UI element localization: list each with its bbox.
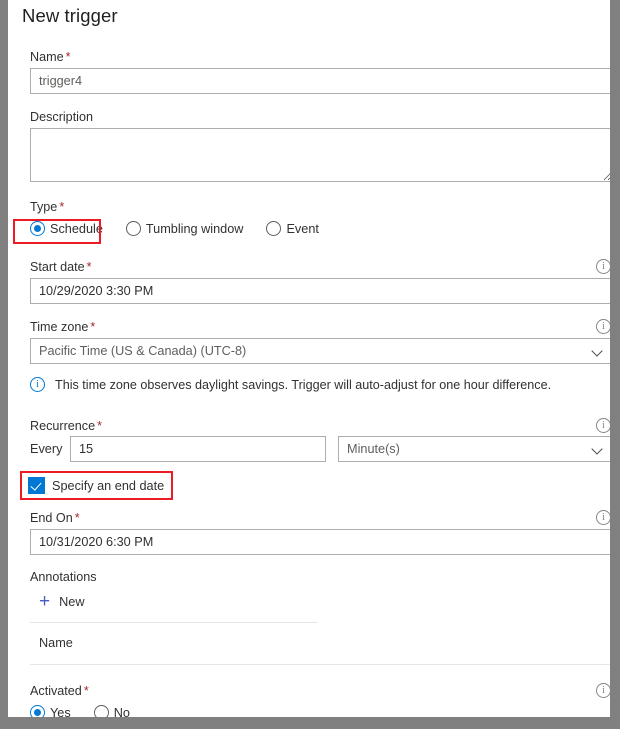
annotations-divider-bottom	[30, 664, 610, 665]
checkbox-checked-icon	[28, 477, 45, 494]
radio-label: Schedule	[50, 221, 103, 236]
required-asterisk: *	[86, 260, 92, 274]
radio-unselected-icon	[266, 221, 282, 236]
recurrence-interval-input[interactable]	[70, 436, 326, 462]
start-date-input[interactable]	[30, 278, 610, 304]
activated-info-icon[interactable]: i	[596, 683, 610, 698]
plus-icon: +	[39, 591, 51, 612]
radio-activated-no[interactable]: No	[93, 705, 130, 718]
radio-selected-icon	[30, 221, 45, 236]
start-date-label: Start date *	[30, 260, 92, 274]
required-asterisk: *	[90, 320, 96, 334]
end-on-label: End On *	[30, 511, 80, 525]
time-zone-value: Pacific Time (US & Canada) (UTC-8)	[39, 344, 247, 358]
radio-label: Tumbling window	[145, 221, 244, 236]
end-on-info-icon[interactable]: i	[596, 510, 610, 525]
start-date-info-icon[interactable]: i	[596, 259, 610, 274]
required-asterisk: *	[97, 419, 103, 433]
annotations-label: Annotations	[30, 570, 97, 584]
annotations-column-name: Name	[39, 636, 73, 650]
activated-label: Activated *	[30, 684, 89, 698]
add-annotation-button[interactable]: + New	[39, 591, 85, 612]
chevron-down-icon	[592, 346, 603, 357]
name-input[interactable]	[30, 68, 610, 94]
end-on-input[interactable]	[30, 529, 610, 555]
radio-label: No	[113, 705, 130, 718]
specify-end-date-label: Specify an end date	[52, 478, 165, 493]
radio-type-event[interactable]: Event	[266, 221, 319, 236]
specify-end-date-checkbox[interactable]: Specify an end date	[28, 477, 164, 494]
required-asterisk: *	[83, 684, 89, 698]
name-label: Name *	[30, 50, 71, 64]
description-textarea[interactable]	[30, 128, 610, 182]
chevron-down-icon	[592, 444, 603, 455]
time-zone-select[interactable]: Pacific Time (US & Canada) (UTC-8)	[30, 338, 610, 364]
time-zone-label: Time zone *	[30, 320, 96, 334]
radio-label: Event	[286, 221, 319, 236]
radio-unselected-icon	[93, 705, 109, 717]
description-label: Description	[30, 110, 93, 124]
time-zone-note-icon: i	[30, 377, 45, 392]
activated-radio-group: Yes No	[30, 705, 130, 717]
required-asterisk: *	[74, 511, 80, 525]
type-radio-group: Schedule Tumbling window Event	[30, 221, 319, 236]
screenshot-root: New trigger Name* Description Type* Sche…	[0, 0, 620, 729]
page-title: New trigger	[22, 5, 118, 26]
time-zone-note-text: This time zone observes daylight savings…	[55, 378, 552, 392]
required-asterisk: *	[65, 50, 71, 64]
radio-type-tumbling-window[interactable]: Tumbling window	[125, 221, 244, 236]
new-trigger-panel: New trigger Name* Description Type* Sche…	[8, 0, 610, 717]
recurrence-info-icon[interactable]: i	[596, 418, 610, 433]
radio-unselected-icon	[125, 221, 141, 236]
time-zone-info-icon[interactable]: i	[596, 319, 610, 334]
recurrence-label: Recurrence *	[30, 419, 103, 433]
recurrence-unit-select[interactable]: Minute(s)	[338, 436, 610, 462]
required-asterisk: *	[59, 200, 65, 214]
recurrence-every-label: Every	[30, 442, 63, 456]
annotations-divider-top	[30, 622, 318, 623]
radio-activated-yes[interactable]: Yes	[30, 705, 71, 717]
radio-label: Yes	[50, 705, 71, 718]
add-annotation-label: New	[59, 595, 85, 609]
type-label: Type *	[30, 200, 65, 214]
radio-type-schedule[interactable]: Schedule	[30, 221, 103, 236]
radio-selected-icon	[30, 705, 45, 717]
recurrence-unit-value: Minute(s)	[347, 442, 400, 456]
